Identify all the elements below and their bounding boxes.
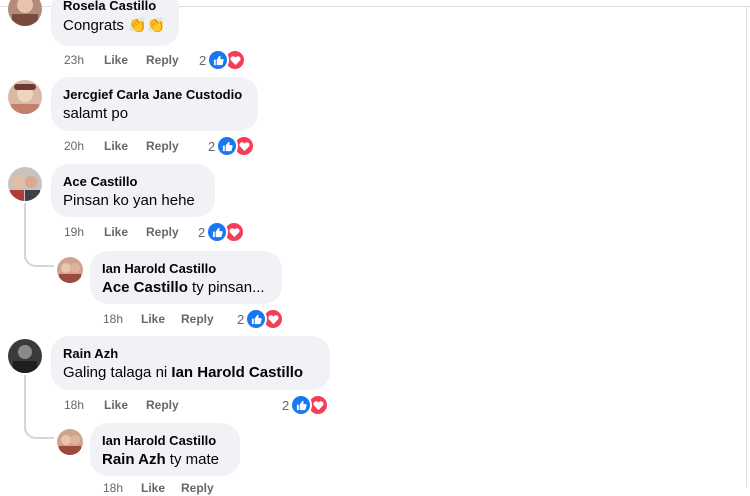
comment-author[interactable]: Ian Harold Castillo	[102, 260, 270, 277]
reply-button[interactable]: Reply	[181, 480, 214, 496]
like-button[interactable]: Like	[104, 224, 146, 240]
comment-text: Ace Castillo ty pinsan...	[102, 279, 265, 296]
reaction-summary[interactable]: 2	[237, 308, 285, 330]
reply-thread-line	[24, 375, 26, 431]
comment-author[interactable]: Jercgief Carla Jane Custodio	[63, 86, 246, 103]
reaction-summary[interactable]: 2	[199, 49, 247, 71]
avatar[interactable]	[57, 257, 83, 283]
reply-bubble: Ian Harold Castillo Ace Castillo ty pins…	[90, 251, 282, 304]
comment-text: Congrats 👏👏	[63, 17, 166, 34]
reply-thread-connector	[24, 425, 54, 439]
like-button[interactable]: Like	[104, 138, 146, 154]
mentioned-user-link[interactable]: Ian Harold Castillo	[171, 364, 303, 381]
comment-actions: 20h Like Reply	[64, 138, 179, 154]
avatar[interactable]	[8, 0, 42, 26]
avatar[interactable]	[57, 429, 83, 455]
thumbs-up-icon	[207, 49, 230, 71]
reaction-count: 2	[282, 397, 290, 413]
avatar[interactable]	[8, 339, 42, 373]
mentioned-user-link[interactable]: Ace Castillo	[102, 279, 188, 296]
thumbs-up-icon	[216, 135, 239, 157]
like-button[interactable]: Like	[104, 397, 146, 413]
reaction-count: 2	[199, 52, 207, 68]
comment-actions: 19h Like Reply	[64, 224, 179, 240]
right-divider	[746, 6, 747, 487]
avatar[interactable]	[8, 167, 42, 201]
comment-bubble: Rain Azh Galing talaga ni Ian Harold Cas…	[51, 336, 330, 390]
thumbs-up-icon	[245, 308, 268, 330]
reaction-summary[interactable]: 2	[282, 394, 330, 416]
thumbs-up-icon	[206, 221, 229, 243]
comment-text: Rain Azh ty mate	[102, 451, 219, 468]
comment-text: salamt po	[63, 105, 129, 122]
reply-button[interactable]: Reply	[146, 397, 179, 413]
reaction-count: 2	[208, 138, 216, 154]
comment-author[interactable]: Rain Azh	[63, 345, 318, 362]
reply-button[interactable]: Reply	[146, 52, 179, 68]
thumbs-up-icon	[290, 394, 313, 416]
reply-thread-connector	[24, 253, 54, 267]
comment-actions: 18h Like Reply	[103, 311, 214, 327]
like-button[interactable]: Like	[104, 52, 146, 68]
reply-thread-line	[24, 203, 26, 259]
reaction-summary[interactable]: 2	[208, 135, 256, 157]
comment-time[interactable]: 18h	[64, 397, 104, 413]
comment-author[interactable]: Ace Castillo	[63, 173, 203, 190]
like-button[interactable]: Like	[141, 480, 181, 496]
reaction-summary[interactable]: 2	[198, 221, 246, 243]
comment-actions: 18h Like Reply	[64, 397, 179, 413]
reply-button[interactable]: Reply	[181, 311, 214, 327]
comment-text: Galing talaga ni Ian Harold Castillo	[63, 364, 304, 381]
comment-actions: 18h Like Reply	[103, 480, 214, 496]
mentioned-user-link[interactable]: Rain Azh	[102, 451, 166, 468]
reaction-count: 2	[198, 224, 206, 240]
comment-time[interactable]: 23h	[64, 52, 104, 68]
reaction-count: 2	[237, 311, 245, 327]
comment-bubble: Rosela Castillo Congrats 👏👏	[51, 0, 179, 46]
comment-author[interactable]: Rosela Castillo	[63, 0, 167, 14]
comment-time[interactable]: 18h	[103, 480, 141, 496]
reply-bubble: Ian Harold Castillo Rain Azh ty mate	[90, 423, 240, 476]
comment-time[interactable]: 19h	[64, 224, 104, 240]
comment-bubble: Jercgief Carla Jane Custodio salamt po	[51, 77, 258, 131]
comment-text: Pinsan ko yan hehe	[63, 192, 195, 209]
comment-time[interactable]: 20h	[64, 138, 104, 154]
comment-author[interactable]: Ian Harold Castillo	[102, 432, 228, 449]
reply-button[interactable]: Reply	[146, 138, 179, 154]
comment-bubble: Ace Castillo Pinsan ko yan hehe	[51, 164, 215, 217]
reply-button[interactable]: Reply	[146, 224, 179, 240]
avatar[interactable]	[8, 80, 42, 114]
comment-time[interactable]: 18h	[103, 311, 141, 327]
like-button[interactable]: Like	[141, 311, 181, 327]
comment-actions: 23h Like Reply	[64, 52, 179, 68]
